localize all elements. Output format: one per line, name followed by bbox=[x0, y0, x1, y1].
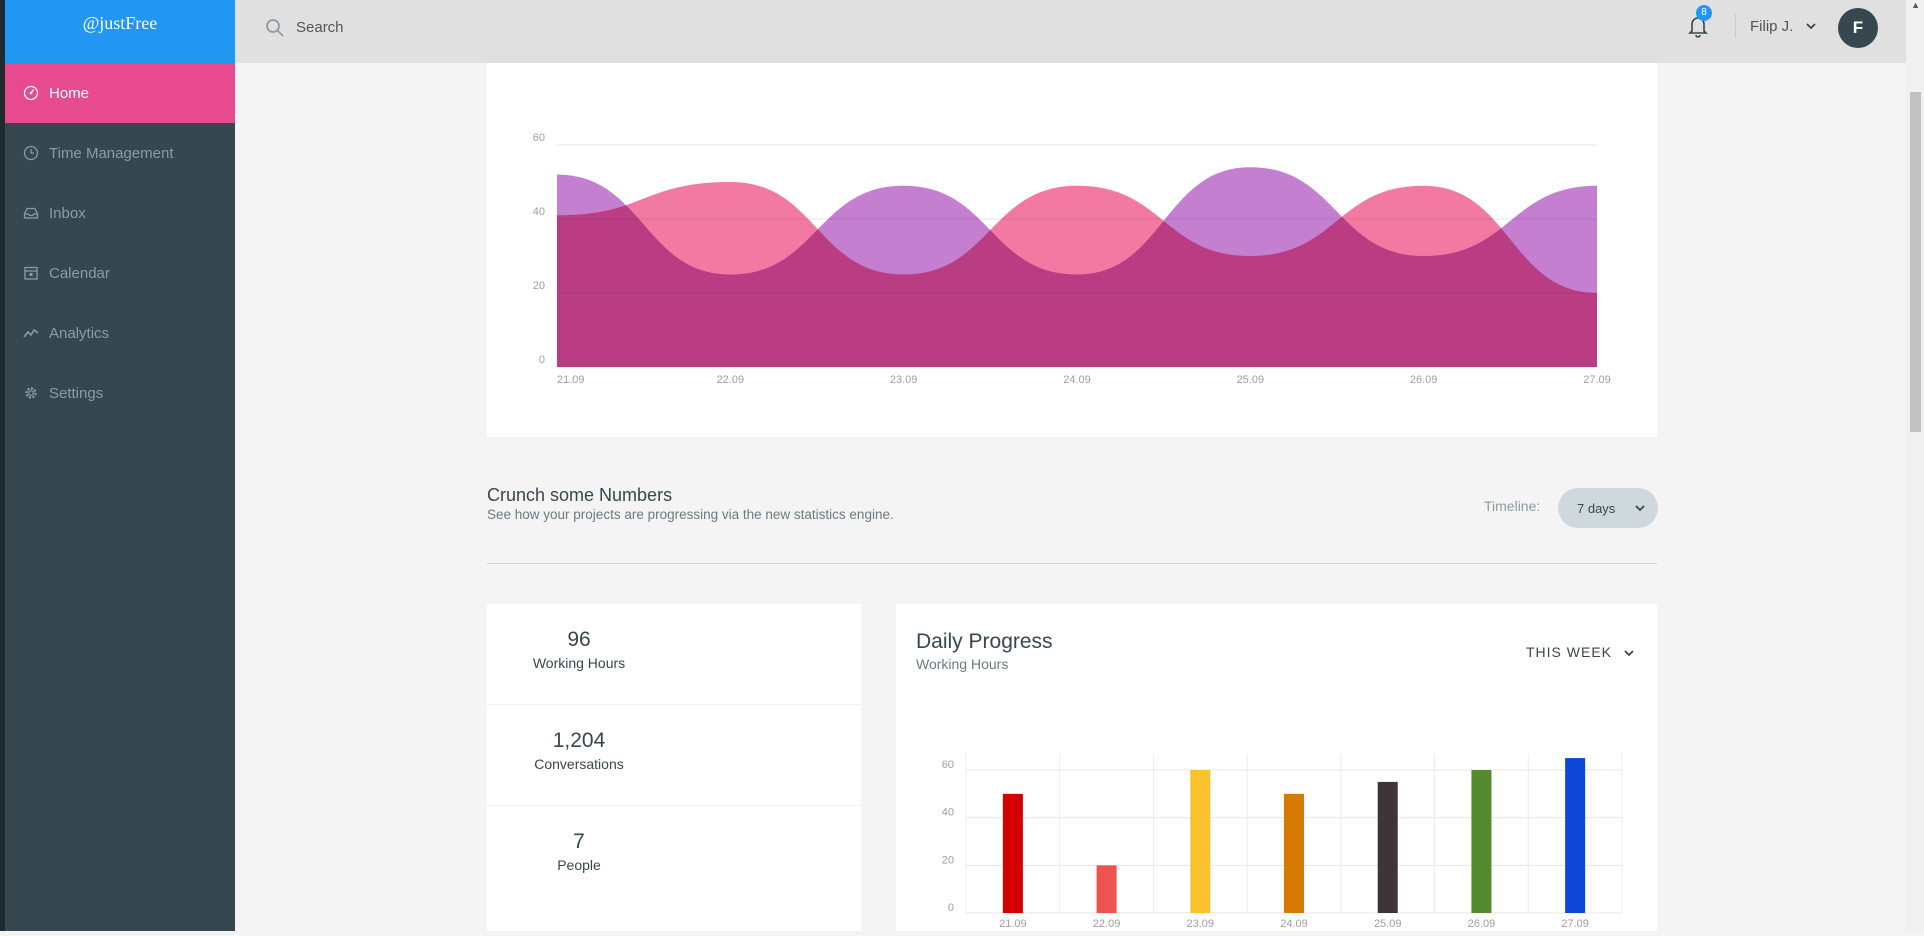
stat-label: People bbox=[557, 857, 601, 873]
sidebar-item-time-management[interactable]: Time Management bbox=[5, 123, 235, 183]
bar bbox=[1377, 781, 1398, 913]
timeline-label: Timeline: bbox=[1484, 498, 1541, 514]
dashboard-icon bbox=[23, 85, 39, 101]
sidebar: @justFree Home Time Management Inbox Cal… bbox=[5, 0, 235, 931]
area-chart-card: 0 20 40 60 21.09 22.09 23.09 24.09 25.09 26.09 27.… bbox=[487, 63, 1657, 437]
scrollbar[interactable]: ▲ bbox=[1906, 0, 1924, 931]
user-menu-name[interactable]: Filip J. bbox=[1750, 18, 1793, 35]
timeline-select[interactable]: 7 days bbox=[1558, 488, 1658, 528]
stat-value: 96 bbox=[567, 628, 591, 651]
x-tick-label: 24.09 bbox=[1063, 374, 1091, 386]
daily-progress-subtitle: Working Hours bbox=[916, 656, 1009, 672]
chevron-down-icon bbox=[1624, 650, 1634, 657]
stats-panel: 96 Working Hours 1,204 Conversations 7 P… bbox=[487, 604, 861, 931]
bar bbox=[1002, 793, 1023, 913]
chevron-down-icon bbox=[1635, 505, 1645, 512]
x-tick-label: 24.09 bbox=[1280, 918, 1308, 930]
stat-label: Conversations bbox=[534, 756, 624, 772]
x-tick-label: 25.09 bbox=[1237, 374, 1265, 386]
section-title: Crunch some Numbers bbox=[487, 485, 673, 505]
search-input[interactable] bbox=[294, 14, 598, 40]
x-tick-label: 25.09 bbox=[1374, 918, 1402, 930]
sidebar-item-label: Inbox bbox=[49, 204, 86, 222]
y-tick-label: 40 bbox=[533, 206, 545, 218]
x-tick-label: 26.09 bbox=[1468, 918, 1496, 930]
inbox-icon bbox=[23, 205, 39, 221]
sidebar-item-analytics[interactable]: Analytics bbox=[5, 303, 235, 363]
x-tick-label: 21.09 bbox=[999, 918, 1027, 930]
sidebar-item-label: Analytics bbox=[49, 324, 110, 342]
week-filter-label: THIS WEEK bbox=[1526, 644, 1613, 660]
scroll-up-arrow-icon[interactable]: ▲ bbox=[1911, 0, 1920, 10]
bar bbox=[1284, 793, 1304, 913]
y-tick-label: 20 bbox=[942, 854, 954, 866]
stat-value: 1,204 bbox=[552, 729, 606, 752]
y-tick-label: 20 bbox=[533, 280, 545, 292]
sidebar-item-label: Calendar bbox=[49, 264, 110, 282]
sidebar-item-label: Home bbox=[49, 84, 90, 102]
week-filter-dropdown[interactable]: THIS WEEK bbox=[1526, 644, 1635, 660]
bar bbox=[1190, 770, 1211, 913]
y-tick-label: 0 bbox=[539, 354, 545, 366]
x-tick-label: 26.09 bbox=[1410, 374, 1438, 386]
x-tick-label: 21.09 bbox=[557, 374, 585, 386]
sidebar-item-home[interactable]: Home bbox=[5, 63, 235, 123]
scrollbar-thumb[interactable] bbox=[1910, 92, 1921, 432]
x-tick-label: 22.09 bbox=[717, 374, 745, 386]
stat-conversations: 1,204 Conversations bbox=[487, 705, 861, 805]
bar bbox=[1565, 758, 1586, 913]
top-bar: 8 Filip J. F bbox=[235, 0, 1906, 63]
bar bbox=[1096, 865, 1117, 913]
brand-logo[interactable]: @justFree bbox=[5, 0, 235, 63]
clock-icon bbox=[23, 145, 39, 161]
daily-progress-card: Daily Progress Working Hours THIS WEEK 0… bbox=[896, 604, 1657, 931]
y-tick-label: 60 bbox=[533, 132, 545, 144]
sidebar-item-settings[interactable]: Settings bbox=[5, 363, 235, 423]
x-tick-label: 27.09 bbox=[1561, 918, 1589, 930]
chevron-down-icon[interactable] bbox=[1805, 20, 1817, 32]
area-chart: 0 20 40 60 21.09 22.09 23.09 24.09 25.09 26.09 27.… bbox=[533, 132, 1611, 386]
search-icon[interactable] bbox=[265, 18, 285, 38]
x-tick-label: 23.09 bbox=[890, 374, 918, 386]
section-divider bbox=[487, 563, 1657, 564]
sidebar-nav: Home Time Management Inbox Calendar Anal… bbox=[5, 63, 235, 423]
y-tick-label: 60 bbox=[942, 759, 954, 771]
timeline-select-value: 7 days bbox=[1577, 500, 1616, 516]
sidebar-item-label: Settings bbox=[49, 384, 104, 402]
section-subtitle: See how your projects are progressing vi… bbox=[487, 507, 894, 522]
stat-label: Working Hours bbox=[532, 655, 626, 671]
x-tick-label: 27.09 bbox=[1583, 374, 1611, 386]
stat-value: 7 bbox=[573, 830, 585, 853]
notification-badge: 8 bbox=[1696, 5, 1712, 21]
stat-people: 7 People bbox=[487, 806, 861, 931]
chart-line-icon bbox=[23, 325, 39, 341]
sidebar-item-inbox[interactable]: Inbox bbox=[5, 183, 235, 243]
x-tick-label: 23.09 bbox=[1187, 918, 1215, 930]
y-tick-label: 40 bbox=[942, 807, 954, 819]
sidebar-item-label: Time Management bbox=[49, 144, 174, 162]
calendar-icon bbox=[23, 265, 39, 281]
bar bbox=[1471, 770, 1492, 913]
daily-progress-title: Daily Progress bbox=[916, 630, 1053, 653]
sidebar-item-calendar[interactable]: Calendar bbox=[5, 243, 235, 303]
header-divider bbox=[1735, 14, 1736, 38]
y-tick-label: 0 bbox=[948, 902, 954, 914]
avatar[interactable]: F bbox=[1838, 8, 1878, 48]
stat-working-hours: 96 Working Hours bbox=[487, 604, 861, 704]
x-tick-label: 22.09 bbox=[1093, 918, 1121, 930]
gear-icon bbox=[23, 385, 39, 401]
